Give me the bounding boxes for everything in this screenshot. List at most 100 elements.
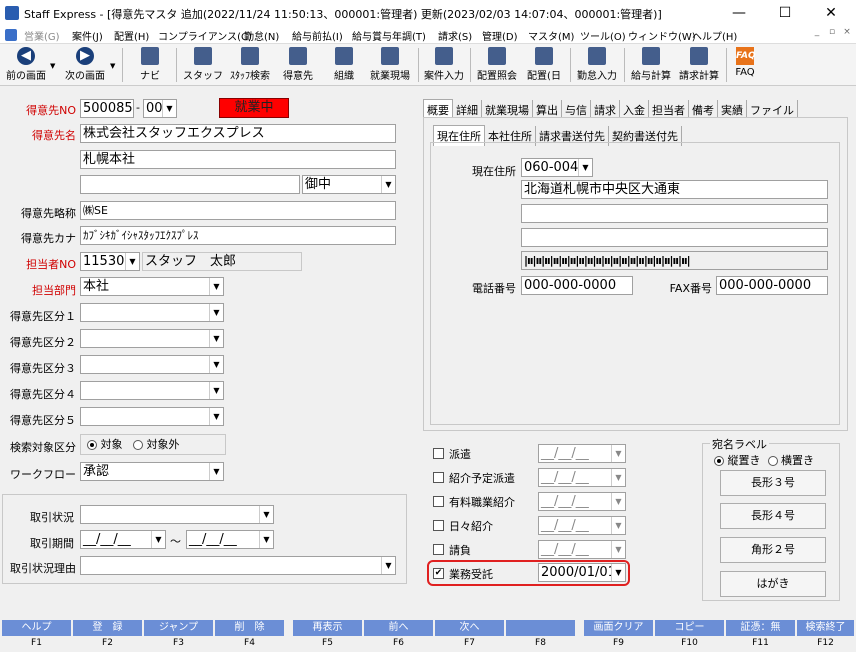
job-entry-button[interactable]: 案件入力: [422, 46, 466, 84]
address2-input[interactable]: [521, 204, 828, 223]
deal-period-start-select[interactable]: __/__/__ ▼: [80, 530, 166, 549]
f8-button[interactable]: [506, 620, 575, 636]
f9-clear-screen-button[interactable]: 画面クリア: [584, 620, 653, 636]
f5-refresh-button[interactable]: 再表示: [293, 620, 362, 636]
mdi-close-button[interactable]: ×: [840, 27, 854, 37]
label-naga3-button[interactable]: 長形３号: [720, 470, 826, 496]
workflow-select[interactable]: 承認 ▼: [80, 462, 224, 481]
payroll-icon: [642, 47, 660, 65]
label-postcard-button[interactable]: はがき: [720, 571, 826, 597]
assignment-day-button[interactable]: 配置(日: [524, 46, 564, 84]
deal-status-select[interactable]: ▼: [80, 505, 274, 524]
honorific-select[interactable]: 御中 ▼: [302, 175, 396, 194]
close-button[interactable]: ✕: [808, 0, 854, 26]
label-kaku2-button[interactable]: 角形２号: [720, 537, 826, 563]
dept-select[interactable]: 本社 ▼: [80, 277, 224, 296]
status-badge: 就業中: [219, 98, 289, 118]
search-target-off-radio[interactable]: [133, 440, 143, 450]
address3-input[interactable]: [521, 228, 828, 247]
attendance-entry-button[interactable]: 勤怠入力: [574, 46, 620, 84]
next-history-dropdown[interactable]: ▼: [110, 62, 115, 70]
menu-admin[interactable]: 管理(D): [482, 28, 518, 43]
service-placement-date[interactable]: __/__/__ ▼: [538, 492, 626, 511]
f4-delete-button[interactable]: 削 除: [215, 620, 284, 636]
billing-calc-button[interactable]: 請求計算: [676, 46, 722, 84]
horizontal-radio[interactable]: [767, 456, 778, 466]
chevron-down-icon: ▼: [578, 159, 592, 176]
deal-reason-select[interactable]: ▼: [80, 556, 396, 575]
category1-select[interactable]: ▼: [80, 303, 224, 322]
address1-input[interactable]: 北海道札幌市中央区大通東: [521, 180, 828, 199]
deal-period-end-select[interactable]: __/__/__ ▼: [186, 530, 274, 549]
client-name2-input[interactable]: 札幌本社: [80, 150, 396, 169]
f2-register-button[interactable]: 登 録: [73, 620, 142, 636]
service-tempstaff-checkbox[interactable]: [433, 472, 444, 483]
client-name-input[interactable]: 株式会社スタッフエクスプレス: [80, 124, 396, 143]
menu-compliance[interactable]: コンプライアンス(C): [158, 28, 252, 43]
faq-button[interactable]: FAQ FAQ: [730, 46, 760, 84]
next-screen-button[interactable]: ▶ 次の画面: [60, 46, 110, 84]
menu-help[interactable]: ヘルプ(H): [692, 28, 737, 43]
menu-tools[interactable]: ツール(O): [580, 28, 626, 43]
client-sub-no-select[interactable]: 000 ▼: [143, 99, 177, 118]
kana-input[interactable]: ｶﾌﾞｼｷｶﾞｲｼｬｽﾀｯﾌｴｸｽﾌﾟﾚｽ: [80, 226, 396, 245]
mdi-restore-button[interactable]: ▫: [825, 27, 839, 37]
f11-voucher-button[interactable]: 証憑：無: [726, 620, 795, 636]
service-daily-date[interactable]: __/__/__ ▼: [538, 516, 626, 535]
minimize-button[interactable]: —: [716, 0, 762, 26]
f7-next-button[interactable]: 次へ: [435, 620, 504, 636]
service-tempstaff-date[interactable]: __/__/__ ▼: [538, 468, 626, 487]
menu-advance-pay[interactable]: 給与前払(I): [292, 28, 343, 43]
chevron-down-icon: ▼: [209, 330, 223, 347]
f1-help-button[interactable]: ヘルプ: [2, 620, 71, 636]
menu-window[interactable]: ウィンドウ(W): [628, 28, 696, 43]
staff-button[interactable]: スタッフ: [182, 46, 224, 84]
client-no-input[interactable]: 500085: [80, 99, 134, 118]
prev-history-dropdown[interactable]: ▼: [50, 62, 55, 70]
staff-no-select[interactable]: 115305 ▼: [80, 252, 140, 271]
menu-master[interactable]: マスタ(M): [528, 28, 574, 43]
menu-sales[interactable]: 営業(G): [24, 28, 60, 43]
fax-input[interactable]: 000-000-0000: [716, 276, 828, 295]
navi-button[interactable]: ナビ: [130, 46, 170, 84]
service-tempstaff-label: 紹介予定派遣: [449, 472, 515, 485]
category4-select[interactable]: ▼: [80, 381, 224, 400]
service-contract-date[interactable]: __/__/__ ▼: [538, 540, 626, 559]
f3-jump-button[interactable]: ジャンプ: [144, 620, 213, 636]
vertical-radio[interactable]: [714, 456, 724, 466]
menu-attendance[interactable]: 勤怠(N): [244, 28, 279, 43]
service-dispatch-date[interactable]: __/__/__ ▼: [538, 444, 626, 463]
category3-select[interactable]: ▼: [80, 355, 224, 374]
postal-code-select[interactable]: 060-0041 ▼: [521, 158, 593, 177]
service-dispatch-checkbox[interactable]: [433, 448, 444, 459]
f12-exit-search-button[interactable]: 検索終了: [797, 620, 854, 636]
prev-screen-button[interactable]: ◀ 前の画面: [2, 46, 50, 84]
menu-payroll[interactable]: 給与賞与年調(T): [352, 28, 426, 43]
staff-search-button[interactable]: ｽﾀｯﾌ検索: [226, 46, 274, 84]
attendance-icon: [588, 47, 606, 65]
abbr-input[interactable]: ㈱SE: [80, 201, 396, 220]
service-daily-checkbox[interactable]: [433, 520, 444, 531]
menu-billing[interactable]: 請求(S): [438, 28, 472, 43]
client-name3-input[interactable]: [80, 175, 300, 194]
label-naga4-button[interactable]: 長形４号: [720, 503, 826, 529]
menu-jobs[interactable]: 案件(J): [72, 28, 103, 43]
client-button[interactable]: 得意先: [278, 46, 318, 84]
assignment-inquiry-button[interactable]: 配置照会: [474, 46, 520, 84]
f6-prev-button[interactable]: 前へ: [364, 620, 433, 636]
arrow-left-icon: ◀: [17, 47, 35, 65]
mdi-minimize-button[interactable]: _: [810, 27, 824, 37]
f10-copy-button[interactable]: コピー: [655, 620, 724, 636]
category5-select[interactable]: ▼: [80, 407, 224, 426]
maximize-button[interactable]: ☐: [762, 0, 808, 26]
workplace-button[interactable]: 就業現場: [366, 46, 414, 84]
service-placement-checkbox[interactable]: [433, 496, 444, 507]
kana-label: 得意先カナ: [21, 232, 76, 245]
payroll-calc-button[interactable]: 給与計算: [628, 46, 674, 84]
category2-select[interactable]: ▼: [80, 329, 224, 348]
service-contract-checkbox[interactable]: [433, 544, 444, 555]
organization-button[interactable]: 組織: [326, 46, 362, 84]
tel-input[interactable]: 000-000-0000: [521, 276, 633, 295]
menu-assignment[interactable]: 配置(H): [114, 28, 149, 43]
search-target-on-radio[interactable]: [87, 440, 97, 450]
